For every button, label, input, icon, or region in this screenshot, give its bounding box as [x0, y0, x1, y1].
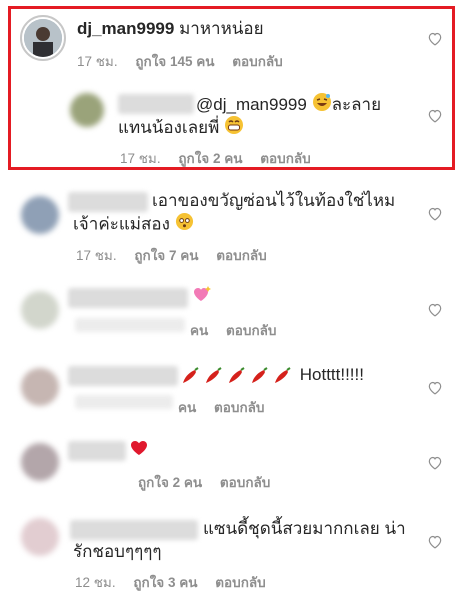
comment-likes[interactable]: ถูกใจ 2 คน	[178, 151, 242, 166]
comment-meta: คน ตอบกลับ	[178, 396, 279, 418]
avatar[interactable]	[21, 196, 59, 234]
comment-meta: 17 ชม. ถูกใจ 7 คน ตอบกลับ	[76, 244, 281, 266]
username-blurred[interactable]	[70, 520, 198, 540]
chili-pepper-emoji	[275, 366, 291, 383]
grin-emoji	[224, 115, 244, 142]
reply-button[interactable]: ตอบกลับ	[260, 151, 310, 166]
comment-time[interactable]: 12 ชม.	[75, 575, 116, 590]
heart-icon[interactable]	[427, 455, 443, 470]
comment-meta: 17 ชม. ถูกใจ 2 คน ตอบกลับ	[120, 147, 325, 169]
avatar[interactable]	[21, 368, 59, 406]
heart-icon[interactable]	[427, 302, 443, 317]
chili-pepper-emoji	[229, 366, 245, 383]
chili-emoji-row	[180, 365, 295, 384]
sparkling-heart-emoji	[192, 285, 212, 310]
comment-text-line2: เจ้าค่ะแม่สอง	[73, 212, 194, 238]
comment-likes[interactable]: ถูกใจ 7 คน	[134, 248, 198, 263]
heart-icon[interactable]	[427, 31, 443, 46]
comment-time[interactable]: 17 ชม.	[76, 248, 117, 263]
comment-body: มาหาหน่อย	[179, 19, 264, 38]
comment-time[interactable]: 17 ชม.	[120, 151, 161, 166]
comment-body: ละลาย	[331, 94, 382, 114]
comment-text-line2: รักชอบๆๆๆๆ	[73, 540, 162, 564]
avatar[interactable]	[21, 443, 59, 481]
reply-button[interactable]: ตอบกลับ	[232, 54, 282, 69]
avatar[interactable]	[21, 291, 59, 329]
flushed-emoji	[175, 212, 194, 238]
username-blurred[interactable]	[68, 288, 188, 308]
comment-text: แซนดี้ชุดนี้สวยมากกเลย น่า	[203, 517, 406, 541]
comment-body: เอาของขวัญซ่อนไว้ในท้องใช่ไหม	[152, 191, 396, 210]
avatar[interactable]	[21, 518, 59, 556]
comment-body: เจ้าค่ะแม่สอง	[73, 214, 170, 234]
chili-pepper-emoji	[252, 366, 268, 383]
reply-button[interactable]: ตอบกลับ	[220, 475, 270, 490]
avatar[interactable]	[70, 93, 104, 127]
comment-likes[interactable]: ถูกใจ 3 คน	[133, 575, 197, 590]
heart-icon[interactable]	[427, 206, 443, 221]
heart-icon[interactable]	[427, 108, 443, 123]
comment-meta: คน ตอบกลับ	[190, 319, 291, 341]
grin-sweat-emoji	[312, 92, 332, 119]
comment-text: เอาของขวัญซ่อนไว้ในท้องใช่ไหม	[152, 189, 395, 213]
comment-body: แทนน้องเลยพี่	[118, 117, 220, 137]
avatar[interactable]	[24, 19, 62, 57]
username-blurred[interactable]	[68, 192, 148, 212]
reply-button[interactable]: ตอบกลับ	[216, 248, 266, 263]
comment-body: รักชอบๆๆๆๆ	[73, 542, 162, 561]
comment-text	[130, 438, 148, 463]
comment-likes[interactable]: ถูกใจ 145 คน	[135, 54, 214, 69]
comment-time[interactable]: 17 ชม.	[77, 54, 118, 69]
comment-meta: ถูกใจ 2 คน ตอบกลับ	[138, 471, 284, 493]
heart-icon[interactable]	[427, 380, 443, 395]
comment-meta: 17 ชม. ถูกใจ 145 คน ตอบกลับ	[77, 50, 297, 72]
heart-icon[interactable]	[427, 534, 443, 549]
reply-button[interactable]: ตอบกลับ	[214, 400, 264, 415]
comment-likes[interactable]: ถูกใจ 2 คน	[138, 475, 202, 490]
username-blurred[interactable]	[68, 441, 126, 461]
chili-pepper-emoji	[206, 366, 222, 383]
comment-likes[interactable]: คน	[178, 400, 196, 415]
comment-meta: 12 ชม. ถูกใจ 3 คน ตอบกลับ	[75, 571, 280, 593]
username-blurred[interactable]	[118, 94, 194, 114]
meta-blurred	[75, 318, 185, 332]
comment-text: Hotttt!!!!!	[180, 363, 364, 387]
comment-likes[interactable]: คน	[190, 323, 208, 338]
username-blurred[interactable]	[68, 366, 178, 386]
comment-body: Hotttt!!!!!	[299, 365, 364, 384]
comment-body: แซนดี้ชุดนี้สวยมากกเลย น่า	[203, 519, 406, 538]
reply-button[interactable]: ตอบกลับ	[226, 323, 276, 338]
chili-pepper-emoji	[183, 366, 199, 383]
mention-link[interactable]: @dj_man9999	[196, 95, 307, 114]
reply-button[interactable]: ตอบกลับ	[215, 575, 265, 590]
comment-text: dj_man9999 มาหาหน่อย	[77, 17, 264, 41]
red-heart-emoji	[130, 439, 148, 463]
comment-text-line2: แทนน้องเลยพี่	[118, 115, 244, 142]
meta-blurred	[75, 395, 173, 409]
comment-username[interactable]: dj_man9999	[77, 19, 174, 38]
comment-text	[192, 285, 212, 310]
